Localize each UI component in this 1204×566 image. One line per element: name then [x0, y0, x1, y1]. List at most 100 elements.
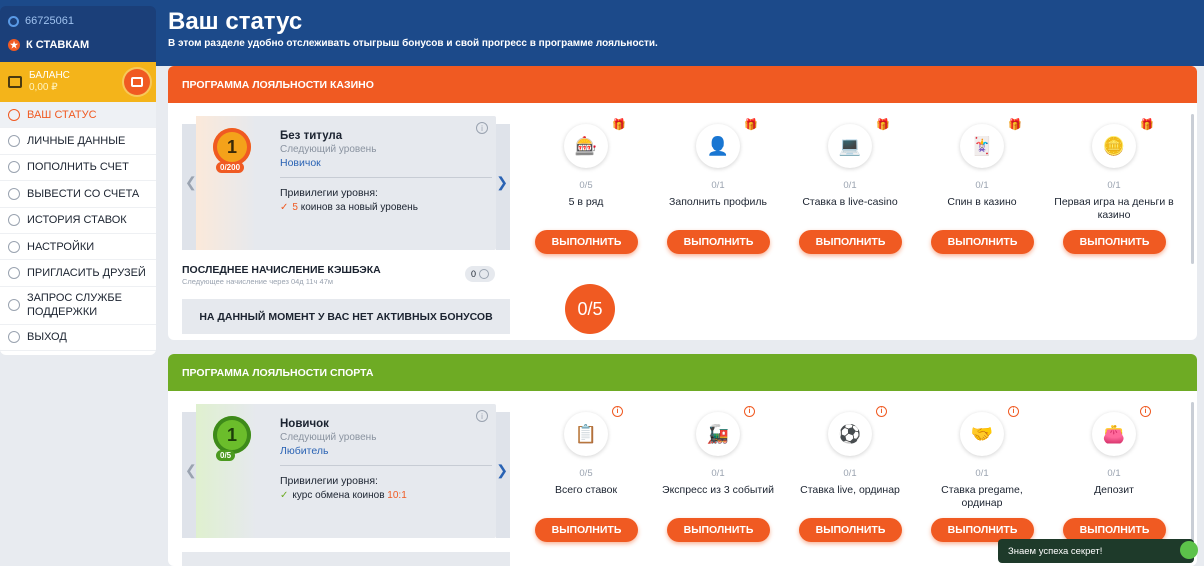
scrollbar[interactable]	[1191, 402, 1194, 552]
sidebar-item-status[interactable]: ВАШ СТАТУС	[0, 102, 156, 129]
sidebar-item-label: ЛИЧНЫЕ ДАННЫЕ	[27, 135, 126, 148]
level-carousel: ❮ ❯ 1 0/200 Без титула Следующий уровень…	[182, 116, 510, 251]
tennis-ball-icon: 1	[213, 416, 251, 454]
info-icon[interactable]: i	[744, 406, 755, 417]
complete-button[interactable]: ВЫПОЛНИТЬ	[931, 230, 1034, 254]
page-description: В этом разделе удобно отслеживать отыгры…	[168, 38, 658, 49]
gear-icon	[8, 240, 20, 253]
privilege-item: ✓ 5 коинов за новый уровень	[280, 202, 418, 213]
cashback-value[interactable]: 0	[465, 266, 495, 282]
gift-icon[interactable]: 🎁	[1140, 118, 1154, 131]
task-name: Ставка live, ординар	[800, 484, 900, 496]
task-name: Экспресс из 3 событий	[662, 484, 774, 496]
gift-icon[interactable]: 🎁	[612, 118, 626, 131]
complete-button[interactable]: ВЫПОЛНИТЬ	[535, 518, 638, 542]
scrollbar[interactable]	[1191, 114, 1194, 264]
chevron-right-icon[interactable]: ❯	[496, 174, 508, 191]
info-icon[interactable]: i	[1008, 406, 1019, 417]
task-progress: 0/1	[711, 468, 725, 479]
gift-icon[interactable]: 🎁	[744, 118, 758, 131]
sidebar-item-history[interactable]: ИСТОРИЯ СТАВОК	[0, 208, 156, 234]
chevron-left-icon[interactable]: ❮	[185, 462, 197, 479]
balance-value: 0,00 ₽	[29, 82, 58, 93]
complete-button[interactable]: ВЫПОЛНИТЬ	[667, 518, 770, 542]
heart-icon	[8, 267, 20, 280]
task-name: Спин в казино	[947, 196, 1017, 208]
sidebar-item-label: НАСТРОЙКИ	[27, 240, 95, 253]
info-icon[interactable]: i	[612, 406, 623, 417]
privileges-label: Привилегии уровня:	[280, 187, 378, 199]
sidebar-item-withdraw[interactable]: ВЫВЕСТИ СО СЧЕТА	[0, 181, 156, 208]
task-progress: 0/1	[711, 180, 725, 191]
casino-task-list: 🎰 🎁 0/5 5 в ряд ВЫПОЛНИТЬ 👤 🎁 0/1 Заполнит…	[520, 118, 1180, 258]
express-icon: 🚂	[696, 412, 740, 456]
chat-toast[interactable]: Знаем успеха секрет!	[998, 539, 1198, 563]
account-id[interactable]: 66725061	[8, 12, 148, 30]
task-progress: 0/1	[843, 468, 857, 479]
wallet-icon	[8, 76, 22, 88]
level-card: 1 0/5 Новичок Следующий уровень Любитель…	[196, 404, 496, 538]
slot-machine-icon: 🎰	[564, 124, 608, 168]
sidebar-item-personal[interactable]: ЛИЧНЫЕ ДАННЫЕ	[0, 128, 156, 155]
sidebar-item-label: ЗАПРОС СЛУЖБЕ ПОДДЕРЖКИ	[27, 292, 122, 319]
coins-icon: 🪙	[1092, 124, 1136, 168]
check-icon: ✓	[280, 202, 289, 213]
history-icon	[8, 214, 20, 227]
to-bets-label: К СТАВКАМ	[26, 39, 90, 51]
task-name: Депозит	[1094, 484, 1134, 496]
level-progress-badge: 0/200	[216, 162, 245, 173]
task-progress: 0/1	[1107, 180, 1121, 191]
level-carousel: ❮ ❯ 1 0/5 Новичок Следующий уровень Люби…	[182, 404, 510, 539]
sidebar-item-settings[interactable]: НАСТРОЙКИ	[0, 234, 156, 261]
sidebar-item-invite[interactable]: ПРИГЛАСИТЬ ДРУЗЕЙ	[0, 260, 156, 287]
complete-button[interactable]: ВЫПОЛНИТЬ	[535, 230, 638, 254]
complete-button[interactable]: ВЫПОЛНИТЬ	[667, 230, 770, 254]
chevron-right-icon[interactable]: ❯	[496, 462, 508, 479]
sport-panel-title: ПРОГРАММА ЛОЯЛЬНОСТИ СПОРТА	[168, 354, 1197, 391]
sidebar-item-label: ВЫХОД	[27, 331, 67, 344]
sidebar-item-deposit[interactable]: ПОПОЛНИТЬ СЧЕТ	[0, 155, 156, 182]
gift-icon[interactable]: 🎁	[876, 118, 890, 131]
bet-slip-icon: 📋	[564, 412, 608, 456]
logout-icon	[8, 331, 20, 344]
deposit-button[interactable]	[124, 69, 150, 95]
next-level-label: Следующий уровень	[280, 432, 377, 443]
wallet-icon: 👛	[1092, 412, 1136, 456]
info-icon[interactable]: i	[476, 410, 488, 422]
deposit-icon	[8, 161, 20, 174]
info-icon[interactable]: i	[876, 406, 887, 417]
account-id-label: 66725061	[25, 15, 74, 27]
task-progress: 0/1	[975, 180, 989, 191]
level-name: Без титула	[280, 130, 343, 142]
sidebar-item-support[interactable]: ЗАПРОС СЛУЖБЕ ПОДДЕРЖКИ	[0, 287, 156, 325]
balance-label: БАЛАНС	[29, 70, 70, 81]
complete-button[interactable]: ВЫПОЛНИТЬ	[799, 518, 902, 542]
chat-icon	[8, 299, 20, 312]
info-icon[interactable]: i	[476, 122, 488, 134]
task-name: 5 в ряд	[568, 196, 604, 208]
casino-panel-title: ПРОГРАММА ЛОЯЛЬНОСТИ КАЗИНО	[168, 66, 1197, 103]
task-counter: 0/5	[565, 284, 615, 334]
info-icon[interactable]: i	[1140, 406, 1151, 417]
toast-message: Знаем успеха секрет!	[1008, 545, 1103, 557]
profile-icon: 👤	[696, 124, 740, 168]
sidebar-item-logout[interactable]: ВЫХОД	[0, 325, 156, 352]
complete-button[interactable]: ВЫПОЛНИТЬ	[1063, 230, 1166, 254]
info-icon	[479, 269, 489, 279]
balance-block[interactable]: БАЛАНС 0,00 ₽	[0, 62, 156, 102]
level-progress-badge: 0/5	[216, 450, 236, 461]
task-progress: 0/5	[579, 180, 593, 191]
next-level-link[interactable]: Новичок	[280, 157, 321, 169]
sidebar-menu: ВАШ СТАТУС ЛИЧНЫЕ ДАННЫЕ ПОПОЛНИТЬ СЧЕТ …	[0, 102, 156, 356]
gift-icon[interactable]: 🎁	[1008, 118, 1022, 131]
live-tv-icon: ⚽	[828, 412, 872, 456]
chevron-left-icon[interactable]: ❮	[185, 174, 197, 191]
sidebar-item-label: ИСТОРИЯ СТАВОК	[27, 214, 127, 227]
next-level-link[interactable]: Любитель	[280, 445, 328, 457]
to-bets-link[interactable]: ★ К СТАВКАМ	[8, 39, 148, 51]
task-name: Всего ставок	[554, 484, 618, 496]
task-progress: 0/5	[579, 468, 593, 479]
complete-button[interactable]: ВЫПОЛНИТЬ	[799, 230, 902, 254]
privileges-label: Привилегии уровня:	[280, 475, 378, 487]
chat-bubble-icon[interactable]	[1180, 541, 1198, 559]
